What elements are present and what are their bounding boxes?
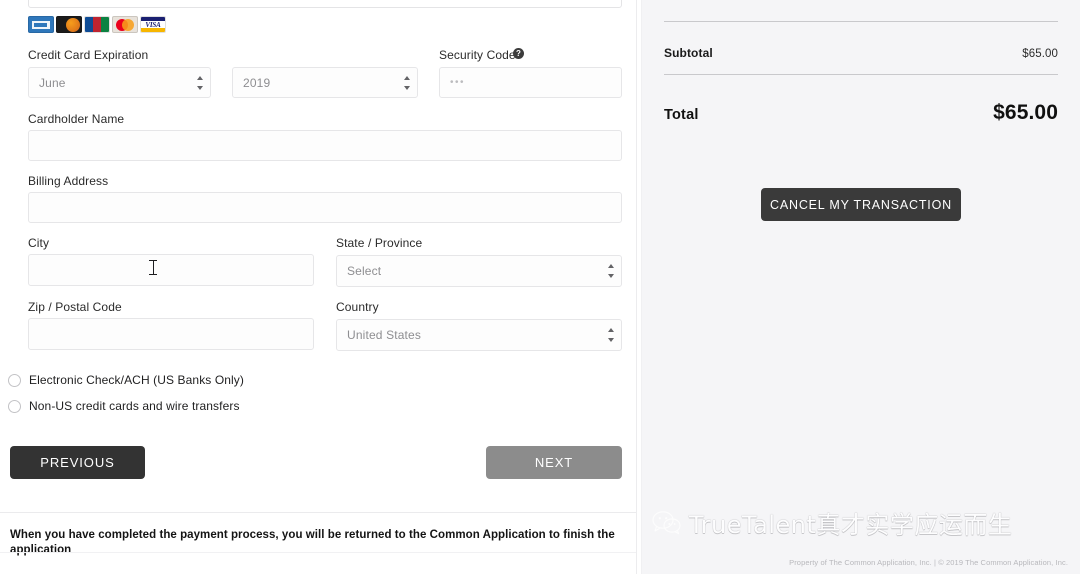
radio-non-us-cards-label: Non-US credit cards and wire transfers [29, 399, 240, 413]
payment-page: VISA Credit Card Expiration June 2019 Se… [0, 0, 1080, 574]
security-code-help-icon[interactable]: ? [513, 48, 524, 59]
jcb-card-icon [84, 16, 110, 33]
payment-form-pane: VISA Credit Card Expiration June 2019 Se… [0, 0, 636, 574]
state-province-select[interactable]: Select [336, 255, 622, 287]
radio-icon[interactable] [8, 399, 21, 413]
country-value: United States [347, 328, 421, 342]
footer-divider [0, 512, 636, 513]
next-button[interactable]: NEXT [486, 446, 622, 479]
subtotal-value: $65.00 [1022, 48, 1058, 60]
amex-card-icon [28, 16, 54, 33]
footer-divider-2 [0, 552, 636, 553]
visa-wordmark: VISA [145, 21, 161, 29]
order-summary-pane: Subtotal $65.00 Total $65.00 [642, 0, 1080, 574]
expiration-month-value: June [39, 75, 66, 90]
expiration-month-select[interactable]: June [28, 67, 211, 98]
radio-electronic-check[interactable]: Electronic Check/ACH (US Banks Only) [8, 373, 244, 387]
discover-card-icon [56, 16, 82, 33]
payment-footnote: When you have completed the payment proc… [10, 529, 615, 556]
country-label: Country [336, 300, 379, 314]
total-row: Total $65.00 [664, 101, 1058, 125]
pane-divider [636, 0, 637, 574]
subtotal-row: Subtotal $65.00 [664, 46, 1058, 60]
zip-postal-input[interactable] [28, 318, 314, 350]
total-value: $65.00 [993, 101, 1058, 124]
state-province-label: State / Province [336, 236, 423, 250]
radio-icon[interactable] [8, 373, 21, 387]
copyright-notice: Property of The Common Application, Inc.… [789, 558, 1068, 567]
cardholder-name-input[interactable] [28, 130, 622, 161]
city-label: City [28, 236, 50, 250]
expiration-year-value: 2019 [243, 75, 271, 90]
chevron-updown-icon [607, 264, 614, 278]
chevron-updown-icon [196, 75, 203, 90]
visa-card-icon: VISA [140, 16, 166, 33]
previous-button[interactable]: PREVIOUS [10, 446, 145, 479]
cancel-transaction-button[interactable]: CANCEL MY TRANSACTION [761, 188, 961, 221]
state-province-value: Select [347, 264, 382, 278]
billing-address-label: Billing Address [28, 174, 109, 188]
summary-rule-mid [664, 74, 1058, 75]
city-input[interactable] [28, 254, 314, 286]
country-select[interactable]: United States [336, 319, 622, 351]
radio-non-us-cards[interactable]: Non-US credit cards and wire transfers [8, 399, 240, 413]
cardholder-name-label: Cardholder Name [28, 112, 125, 126]
billing-address-input[interactable] [28, 192, 622, 223]
credit-card-expiration-label: Credit Card Expiration [28, 48, 149, 62]
security-code-placeholder: ••• [450, 77, 466, 88]
expiration-year-select[interactable]: 2019 [232, 67, 418, 98]
radio-electronic-check-label: Electronic Check/ACH (US Banks Only) [29, 373, 244, 387]
security-code-label: Security Code [439, 48, 516, 62]
total-label: Total [664, 107, 699, 123]
zip-postal-label: Zip / Postal Code [28, 300, 122, 314]
summary-rule-top [664, 21, 1058, 22]
chevron-updown-icon [607, 328, 614, 342]
mastercard-card-icon [112, 16, 138, 33]
subtotal-label: Subtotal [664, 46, 713, 60]
chevron-updown-icon [403, 75, 410, 90]
accepted-cards-row: VISA [28, 16, 166, 33]
card-number-input-clipped[interactable] [28, 0, 622, 8]
security-code-input[interactable]: ••• [439, 67, 622, 98]
